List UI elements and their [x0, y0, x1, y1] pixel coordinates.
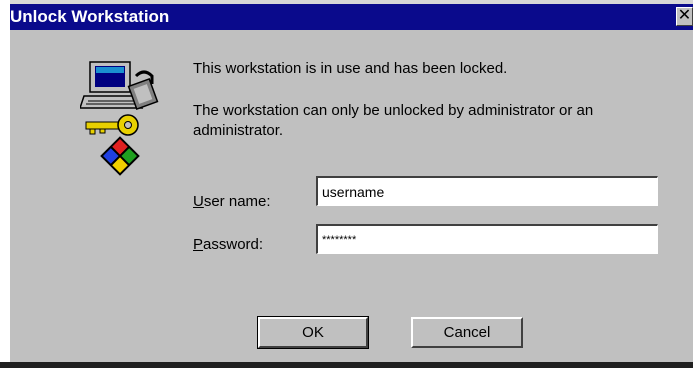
locked-message: This workstation is in use and has been … — [193, 60, 508, 77]
title-bar[interactable]: Unlock Workstation ✕ — [10, 4, 693, 30]
close-icon: ✕ — [677, 7, 692, 24]
unlock-workstation-dialog: Unlock Workstation ✕ This workstation is… — [0, 0, 693, 368]
lock-illustration — [78, 60, 170, 180]
locked-computer-icon — [78, 61, 159, 176]
username-field[interactable] — [316, 176, 658, 206]
cancel-button[interactable]: Cancel — [411, 317, 523, 348]
password-label-mnemonic: P — [193, 236, 204, 253]
password-label: Password: — [193, 236, 263, 253]
password-label-text: assword: — [203, 236, 264, 253]
username-label: User name: — [193, 193, 271, 210]
dialog-left-border — [0, 0, 10, 368]
password-field[interactable] — [316, 224, 658, 254]
username-label-mnemonic: U — [193, 193, 204, 210]
window-title: Unlock Workstation — [10, 7, 170, 26]
close-button[interactable]: ✕ — [676, 7, 693, 26]
key-icon — [85, 114, 139, 136]
dialog-bottom-border — [0, 362, 693, 368]
unlock-instruction: The workstation can only be unlocked by … — [193, 102, 594, 139]
ok-button[interactable]: OK — [257, 316, 369, 349]
username-label-text: ser name: — [203, 193, 271, 210]
